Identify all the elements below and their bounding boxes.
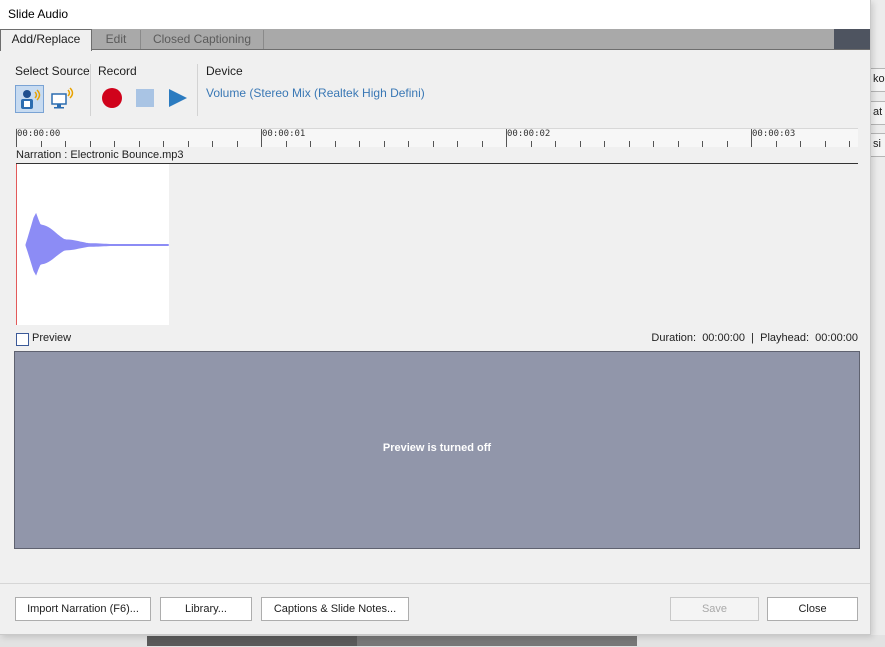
separator [197,64,198,116]
close-button[interactable]: Close [767,597,858,621]
captions-slide-notes-button[interactable]: Captions & Slide Notes... [261,597,409,621]
tab-add-replace[interactable]: Add/Replace [0,29,92,51]
preview-row: Preview Duration: 00:00:00 | Playhead: 0… [16,331,858,347]
computer-audio-icon[interactable] [50,86,76,110]
import-narration-button[interactable]: Import Narration (F6)... [15,597,151,621]
stop-icon[interactable] [136,89,154,107]
slide-audio-dialog: Slide Audio Add/Replace Edit Closed Capt… [0,0,871,635]
narration-track-header: Narration : Electronic Bounce.mp3 [16,147,858,164]
background-app-bottom [0,635,885,647]
timeline-marker: 00:00:00 [17,129,61,139]
playhead-value: 00:00:00 [815,332,858,344]
narration-track-label: Narration : Electronic Bounce.mp3 [16,149,184,161]
duration-label: Duration: [651,332,697,344]
background-app: ko at si [871,0,885,647]
microphone-person-icon[interactable] [15,85,44,113]
playhead-line[interactable] [16,164,17,325]
tab-strip-end [834,29,870,49]
background-tab: at [871,101,885,125]
preview-area: Preview is turned off [14,351,860,549]
preview-off-message: Preview is turned off [382,442,492,454]
time-info: Duration: 00:00:00 | Playhead: 00:00:00 [651,332,858,344]
footer-separator [0,583,870,584]
timeline-ruler[interactable]: 00:00:00 00:00:01 00:00:02 00:00:03 [16,128,858,149]
timeline-marker: 00:00:01 [262,129,306,139]
title-bar: Slide Audio [0,0,870,29]
timeline-marker: 00:00:02 [507,129,551,139]
timeline-marker: 00:00:03 [752,129,796,139]
device-selector[interactable]: Volume (Stereo Mix (Realtek High Defini) [206,86,425,100]
save-button[interactable]: Save [670,597,759,621]
background-tab: ko [871,68,885,92]
preview-checkbox[interactable] [16,333,29,346]
play-icon[interactable] [168,88,188,108]
background-tab: si [871,133,885,157]
record-label: Record [98,64,137,78]
audio-waveform[interactable] [16,164,169,325]
preview-checkbox-label: Preview [32,332,72,344]
playhead-label: Playhead: [760,332,810,344]
tab-strip: Add/Replace Edit Closed Captioning [0,29,870,51]
tab-closed-captioning[interactable]: Closed Captioning [141,30,264,49]
window-title: Slide Audio [8,7,69,21]
separator [90,64,91,116]
tab-edit[interactable]: Edit [92,30,141,49]
duration-value: 00:00:00 [702,332,746,344]
device-label: Device [206,64,243,78]
library-button[interactable]: Library... [160,597,252,621]
select-source-label: Select Source [15,64,90,78]
record-icon[interactable] [101,87,123,109]
